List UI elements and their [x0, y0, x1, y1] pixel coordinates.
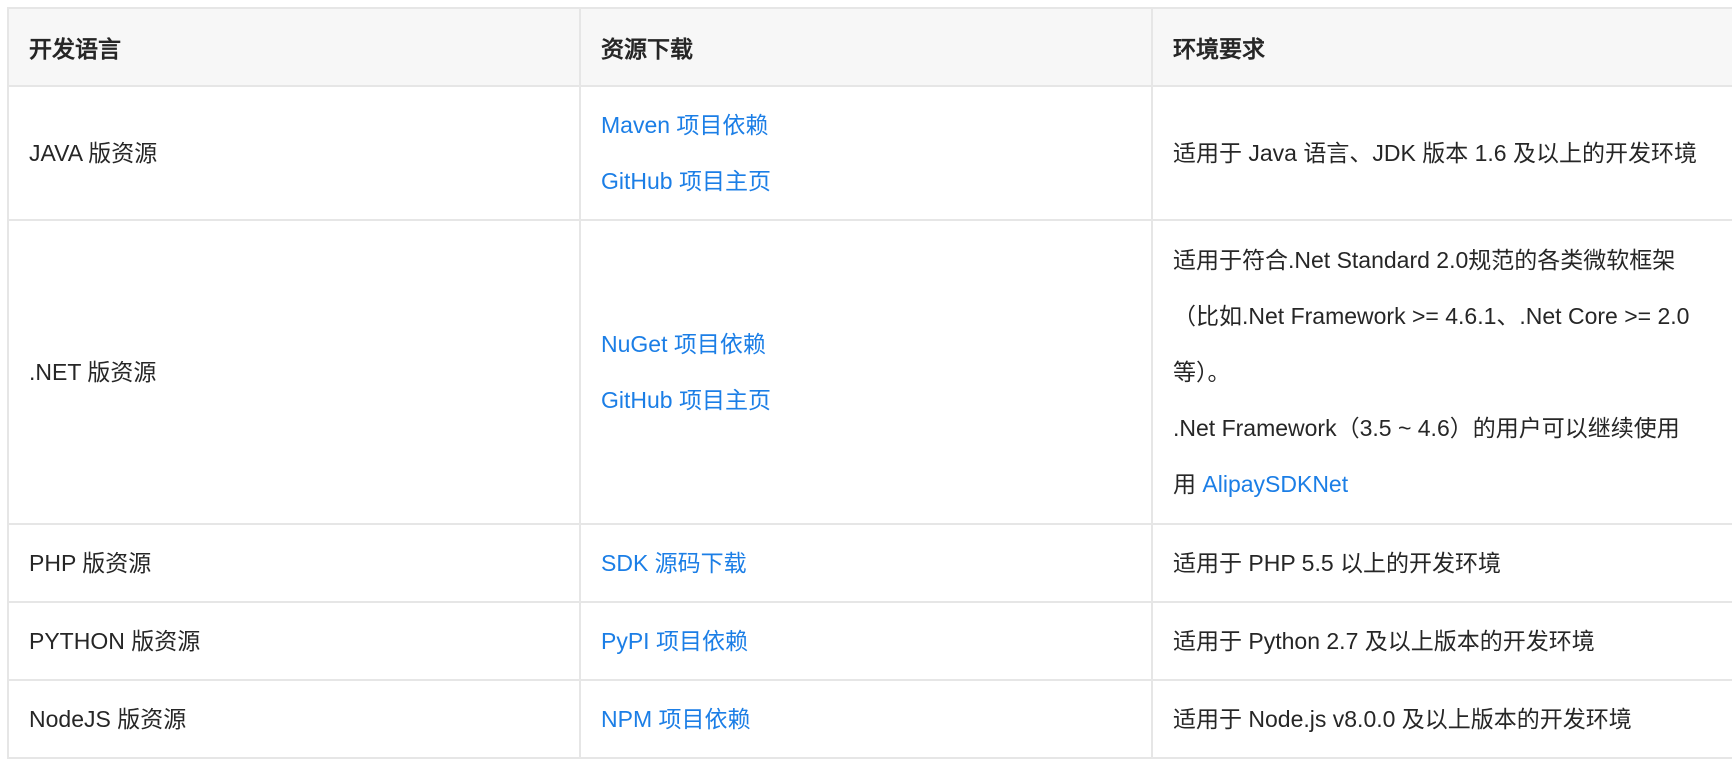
environment-text: 适用于 Python 2.7 及以上版本的开发环境 [1173, 628, 1595, 654]
github-homepage-link[interactable]: GitHub 项目主页 [601, 153, 1131, 209]
download-cell: NuGet 项目依赖 GitHub 项目主页 [579, 219, 1153, 525]
download-cell: Maven 项目依赖 GitHub 项目主页 [579, 85, 1153, 221]
header-language: 开发语言 [7, 7, 581, 87]
nuget-dependency-link[interactable]: NuGet 项目依赖 [601, 316, 1131, 372]
table-row-nodejs: NodeJS 版资源 NPM 项目依赖 适用于 Node.js v8.0.0 及… [7, 679, 1732, 759]
maven-dependency-link[interactable]: Maven 项目依赖 [601, 97, 1131, 153]
language-cell: JAVA 版资源 [7, 85, 581, 221]
language-cell: PHP 版资源 [7, 523, 581, 603]
environment-cell: 适用于 Node.js v8.0.0 及以上版本的开发环境 [1151, 679, 1732, 759]
sdk-resources-table: 开发语言 资源下载 环境要求 JAVA 版资源 Maven 项目依赖 GitHu… [7, 7, 1732, 759]
language-cell: NodeJS 版资源 [7, 679, 581, 759]
table-row-python: PYTHON 版资源 PyPI 项目依赖 适用于 Python 2.7 及以上版… [7, 601, 1732, 681]
header-download: 资源下载 [579, 7, 1153, 87]
sdk-source-download-link[interactable]: SDK 源码下载 [601, 535, 1131, 591]
download-cell: PyPI 项目依赖 [579, 601, 1153, 681]
environment-text: 适用于 Java 语言、JDK 版本 1.6 及以上的开发环境 [1173, 140, 1697, 166]
alipaysdknet-link[interactable]: AlipaySDKNet [1202, 471, 1348, 497]
environment-note-text: .Net Framework（3.5 ~ 4.6）的用户可以继续使用 [1173, 415, 1680, 441]
table-row-java: JAVA 版资源 Maven 项目依赖 GitHub 项目主页 适用于 Java… [7, 85, 1732, 221]
table-row-php: PHP 版资源 SDK 源码下载 适用于 PHP 5.5 以上的开发环境 [7, 523, 1732, 603]
table-row-dotnet: .NET 版资源 NuGet 项目依赖 GitHub 项目主页 适用于符合.Ne… [7, 219, 1732, 525]
environment-note: .Net Framework（3.5 ~ 4.6）的用户可以继续使用用 Alip… [1173, 415, 1680, 497]
environment-text: 适用于符合.Net Standard 2.0规范的各类微软框架（比如.Net F… [1173, 247, 1690, 385]
environment-text: 适用于 PHP 5.5 以上的开发环境 [1173, 550, 1502, 576]
environment-text: 适用于 Node.js v8.0.0 及以上版本的开发环境 [1173, 706, 1632, 732]
environment-cell: 适用于 Python 2.7 及以上版本的开发环境 [1151, 601, 1732, 681]
language-cell: PYTHON 版资源 [7, 601, 581, 681]
pypi-dependency-link[interactable]: PyPI 项目依赖 [601, 613, 1131, 669]
language-cell: .NET 版资源 [7, 219, 581, 525]
header-environment: 环境要求 [1151, 7, 1732, 87]
environment-cell: 适用于 PHP 5.5 以上的开发环境 [1151, 523, 1732, 603]
table-header-row: 开发语言 资源下载 环境要求 [7, 7, 1732, 87]
github-homepage-link[interactable]: GitHub 项目主页 [601, 372, 1131, 428]
download-cell: SDK 源码下载 [579, 523, 1153, 603]
npm-dependency-link[interactable]: NPM 项目依赖 [601, 691, 1131, 747]
environment-cell: 适用于 Java 语言、JDK 版本 1.6 及以上的开发环境 [1151, 85, 1732, 221]
environment-cell: 适用于符合.Net Standard 2.0规范的各类微软框架（比如.Net F… [1151, 219, 1732, 525]
download-cell: NPM 项目依赖 [579, 679, 1153, 759]
